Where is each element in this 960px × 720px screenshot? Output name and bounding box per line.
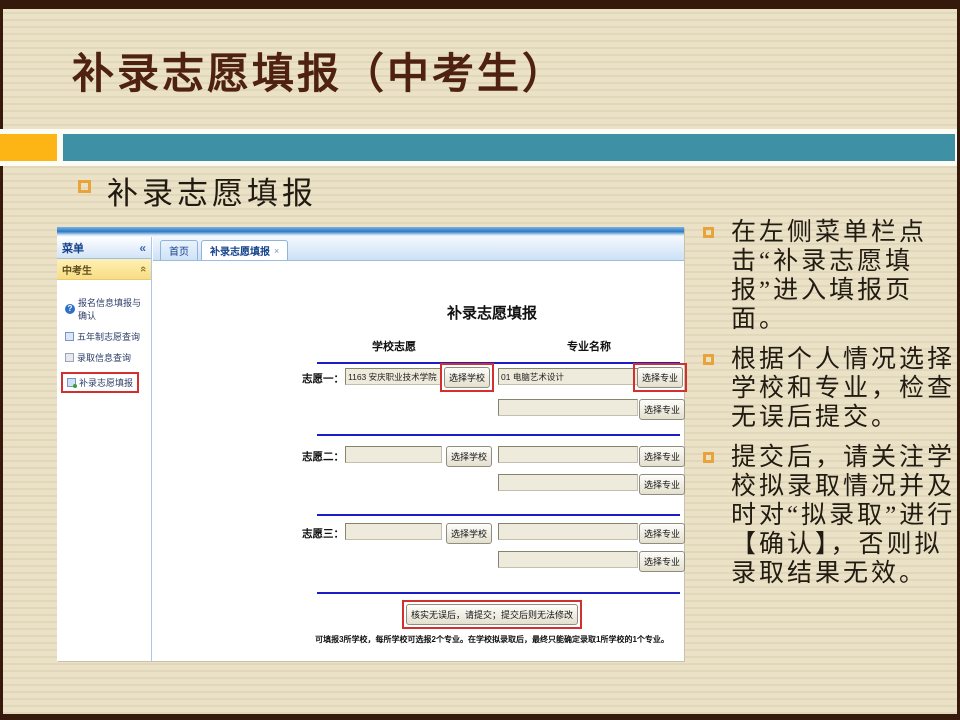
sidebar-menu: ? 报名信息填报与确认 五年制志愿查询 录取信息查询 补录志愿填报 (57, 280, 151, 393)
section-title: 中考生 (62, 262, 92, 277)
major-input-1a[interactable] (498, 368, 638, 385)
list-item: 提交后，请关注学校拟录取情况并及时对“拟录取”进行【确认】，否则拟录取结果无效。 (703, 443, 959, 588)
divider-line (317, 434, 680, 436)
choose-major-button-1a[interactable]: 选择专业 (637, 367, 683, 388)
major-input-3a[interactable] (498, 523, 638, 540)
app-header-banner (57, 227, 684, 237)
section-heading: 补录志愿填报 (78, 168, 317, 213)
top-border (0, 0, 960, 9)
tab-label: 首页 (169, 243, 189, 258)
submit-button[interactable]: 核实无误后，请提交；提交后则无法修改 (406, 604, 578, 625)
highlight-box: 核实无误后，请提交；提交后则无法修改 (402, 600, 582, 629)
document-icon (65, 353, 74, 362)
sidebar-item-label: 五年制志愿查询 (77, 330, 140, 343)
choose-school-button-3[interactable]: 选择学校 (446, 523, 492, 544)
tab-home[interactable]: 首页 (160, 240, 198, 260)
column-header-school: 学校志愿 (344, 338, 444, 354)
row-label: 志愿一： (302, 371, 344, 386)
major-input-1b[interactable] (498, 399, 638, 416)
app-screenshot: 菜单 « 中考生 « ? 报名信息填报与确认 五年制志愿查询 录取信息查询 (57, 227, 684, 661)
preference-form: 补录志愿填报 学校志愿 专业名称 志愿一： 选择学校 选择专业 选择专业 志愿二… (302, 302, 682, 654)
menu-title: 菜单 (62, 240, 84, 256)
choose-school-button-2[interactable]: 选择学校 (446, 446, 492, 467)
bullet-square-icon (703, 452, 714, 463)
sidebar-item-label: 补录志愿填报 (79, 376, 133, 389)
choose-school-button-1[interactable]: 选择学校 (444, 367, 490, 388)
form-icon (67, 378, 76, 387)
column-header-major: 专业名称 (539, 338, 639, 354)
left-border (0, 9, 3, 714)
tab-supplementary-filing[interactable]: 补录志愿填报 × (201, 240, 288, 260)
choose-major-button-1b[interactable]: 选择专业 (639, 399, 685, 420)
choose-major-button-3b[interactable]: 选择专业 (639, 551, 685, 572)
instruction-notes: 在左侧菜单栏点击“补录志愿填报”进入填报页面。 根据个人情况选择学校和专业，检查… (703, 218, 959, 599)
bullet-square-icon (703, 354, 714, 365)
sidebar-item-fiveyear-query[interactable]: 五年制志愿查询 (65, 330, 149, 343)
note-text: 提交后，请关注学校拟录取情况并及时对“拟录取”进行【确认】，否则拟录取结果无效。 (731, 443, 959, 588)
divider-line (317, 514, 680, 516)
sidebar-section-header[interactable]: 中考生 « (57, 259, 151, 280)
collapse-section-icon[interactable]: « (137, 266, 149, 272)
row-label: 志愿二： (302, 449, 344, 464)
sidebar-item-admission-query[interactable]: 录取信息查询 (65, 351, 149, 364)
highlight-box: 选择专业 (633, 363, 687, 392)
form-title: 补录志愿填报 (302, 302, 682, 323)
help-icon: ? (65, 304, 75, 314)
sidebar-item-registration-info[interactable]: ? 报名信息填报与确认 (65, 296, 149, 322)
bottom-border (0, 714, 960, 720)
accent-band (0, 129, 957, 166)
tab-bar: 首页 补录志愿填报 × (153, 237, 684, 261)
sidebar-item-label: 录取信息查询 (77, 351, 131, 364)
sidebar: 菜单 « 中考生 « ? 报名信息填报与确认 五年制志愿查询 录取信息查询 (57, 237, 152, 661)
choose-major-button-3a[interactable]: 选择专业 (639, 523, 685, 544)
choose-major-button-2b[interactable]: 选择专业 (639, 474, 685, 495)
section-heading-label: 补录志愿填报 (107, 168, 317, 213)
note-text: 在左侧菜单栏点击“补录志愿填报”进入填报页面。 (731, 218, 959, 334)
document-icon (65, 332, 74, 341)
major-input-3b[interactable] (498, 551, 638, 568)
row-label: 志愿三： (302, 526, 344, 541)
note-text: 根据个人情况选择学校和专业，检查无误后提交。 (731, 345, 959, 432)
sidebar-header: 菜单 « (57, 237, 151, 259)
tab-label: 补录志愿填报 (210, 243, 270, 258)
major-input-2b[interactable] (498, 474, 638, 491)
sidebar-item-supplementary-filing[interactable]: 补录志愿填报 (61, 372, 139, 393)
divider-line (317, 362, 680, 364)
school-input-2[interactable] (345, 446, 442, 463)
teal-accent-bar (63, 134, 955, 161)
collapse-sidebar-icon[interactable]: « (139, 241, 146, 255)
page-title: 补录志愿填报（中考生） (72, 40, 567, 101)
list-item: 在左侧菜单栏点击“补录志愿填报”进入填报页面。 (703, 218, 959, 334)
choose-major-button-2a[interactable]: 选择专业 (639, 446, 685, 467)
major-input-2a[interactable] (498, 446, 638, 463)
sidebar-item-label: 报名信息填报与确认 (78, 296, 149, 322)
divider-line (317, 592, 680, 594)
bullet-square-icon (703, 227, 714, 238)
slide: 补录志愿填报（中考生） 补录志愿填报 菜单 « 中考生 « ? 报名信息填报与确… (0, 0, 960, 720)
list-item: 根据个人情况选择学校和专业，检查无误后提交。 (703, 345, 959, 432)
school-input-1[interactable] (345, 368, 442, 385)
highlight-box: 选择学校 (440, 363, 494, 392)
school-input-3[interactable] (345, 523, 442, 540)
form-note: 可填报3所学校，每所学校可选报2个专业。在学校拟录取后，最终只能确定录取1所学校… (315, 634, 669, 645)
orange-accent-square (0, 134, 57, 161)
close-tab-icon[interactable]: × (274, 246, 279, 256)
bullet-square-icon (78, 180, 91, 193)
